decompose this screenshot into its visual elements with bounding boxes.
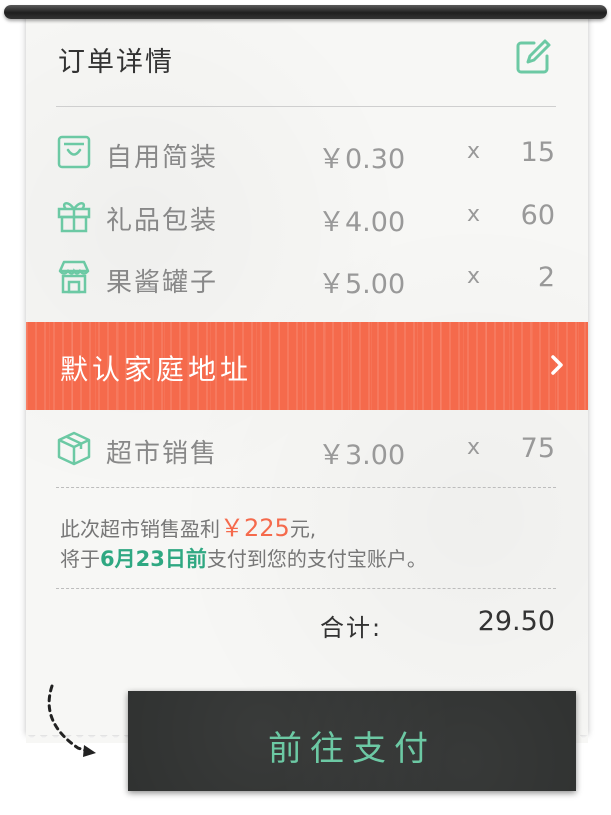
shop-stall-icon [58,260,90,294]
item-quantity: 60 [520,200,555,231]
item-price: ￥5.00 [318,269,406,300]
item-name: 超市销售 [106,439,219,469]
package-box-icon [57,431,91,466]
payment-date: 6月23日前 [100,547,207,571]
item-price: ￥3.00 [318,440,406,471]
profit-note-text: 元, [289,517,317,541]
list-item: 超市销售 ￥3.00 x 75 [0,423,611,473]
item-quantity: 2 [537,262,555,293]
pay-button-label: 前往支付 [268,729,436,769]
list-item: 自用简装 ￥0.30 x 15 [0,127,611,177]
address-label: 默认家庭地址 [60,353,253,386]
dashed-divider [56,588,556,589]
gift-icon [57,202,91,233]
item-quantity: 75 [520,433,555,464]
total-value: 29.50 [477,606,555,637]
profit-note-text: 此次超市销售盈利 [60,517,220,541]
profit-amount: ￥225 [220,514,290,542]
multiply-sign: x [467,139,481,164]
dashed-arrow-icon [47,684,96,757]
item-quantity: 15 [520,137,555,168]
default-address-banner[interactable]: 默认家庭地址 [26,322,588,410]
pay-button[interactable]: 前往支付 [128,691,576,791]
list-item: 礼品包装 ￥4.00 x 60 [0,190,611,240]
multiply-sign: x [467,202,481,227]
header-divider [56,106,556,107]
dashed-divider [56,487,556,488]
item-price: ￥4.00 [318,207,406,238]
edit-icon [516,39,551,74]
item-name: 自用简装 [106,143,219,173]
paper-roller [4,5,607,19]
multiply-sign: x [467,264,481,289]
item-name: 果酱罐子 [106,268,219,298]
page-title: 订单详情 [58,47,174,78]
shopping-bag-icon [57,135,91,169]
chevron-right-icon [551,355,563,375]
list-item: 果酱罐子 ￥5.00 x 2 [0,252,611,302]
item-price: ￥0.30 [318,144,406,175]
multiply-sign: x [467,435,481,460]
profit-note-text: 将于 [60,547,100,571]
total-label: 合计: [320,614,383,642]
profit-note-text: 支付到您的支付宝账户。 [206,547,427,571]
edit-button[interactable] [514,38,552,76]
profit-note-line2: 将于6月23日前支付到您的支付宝账户。 [60,543,427,573]
profit-note-line1: 此次超市销售盈利￥225元, [60,508,316,543]
item-name: 礼品包装 [106,206,219,236]
